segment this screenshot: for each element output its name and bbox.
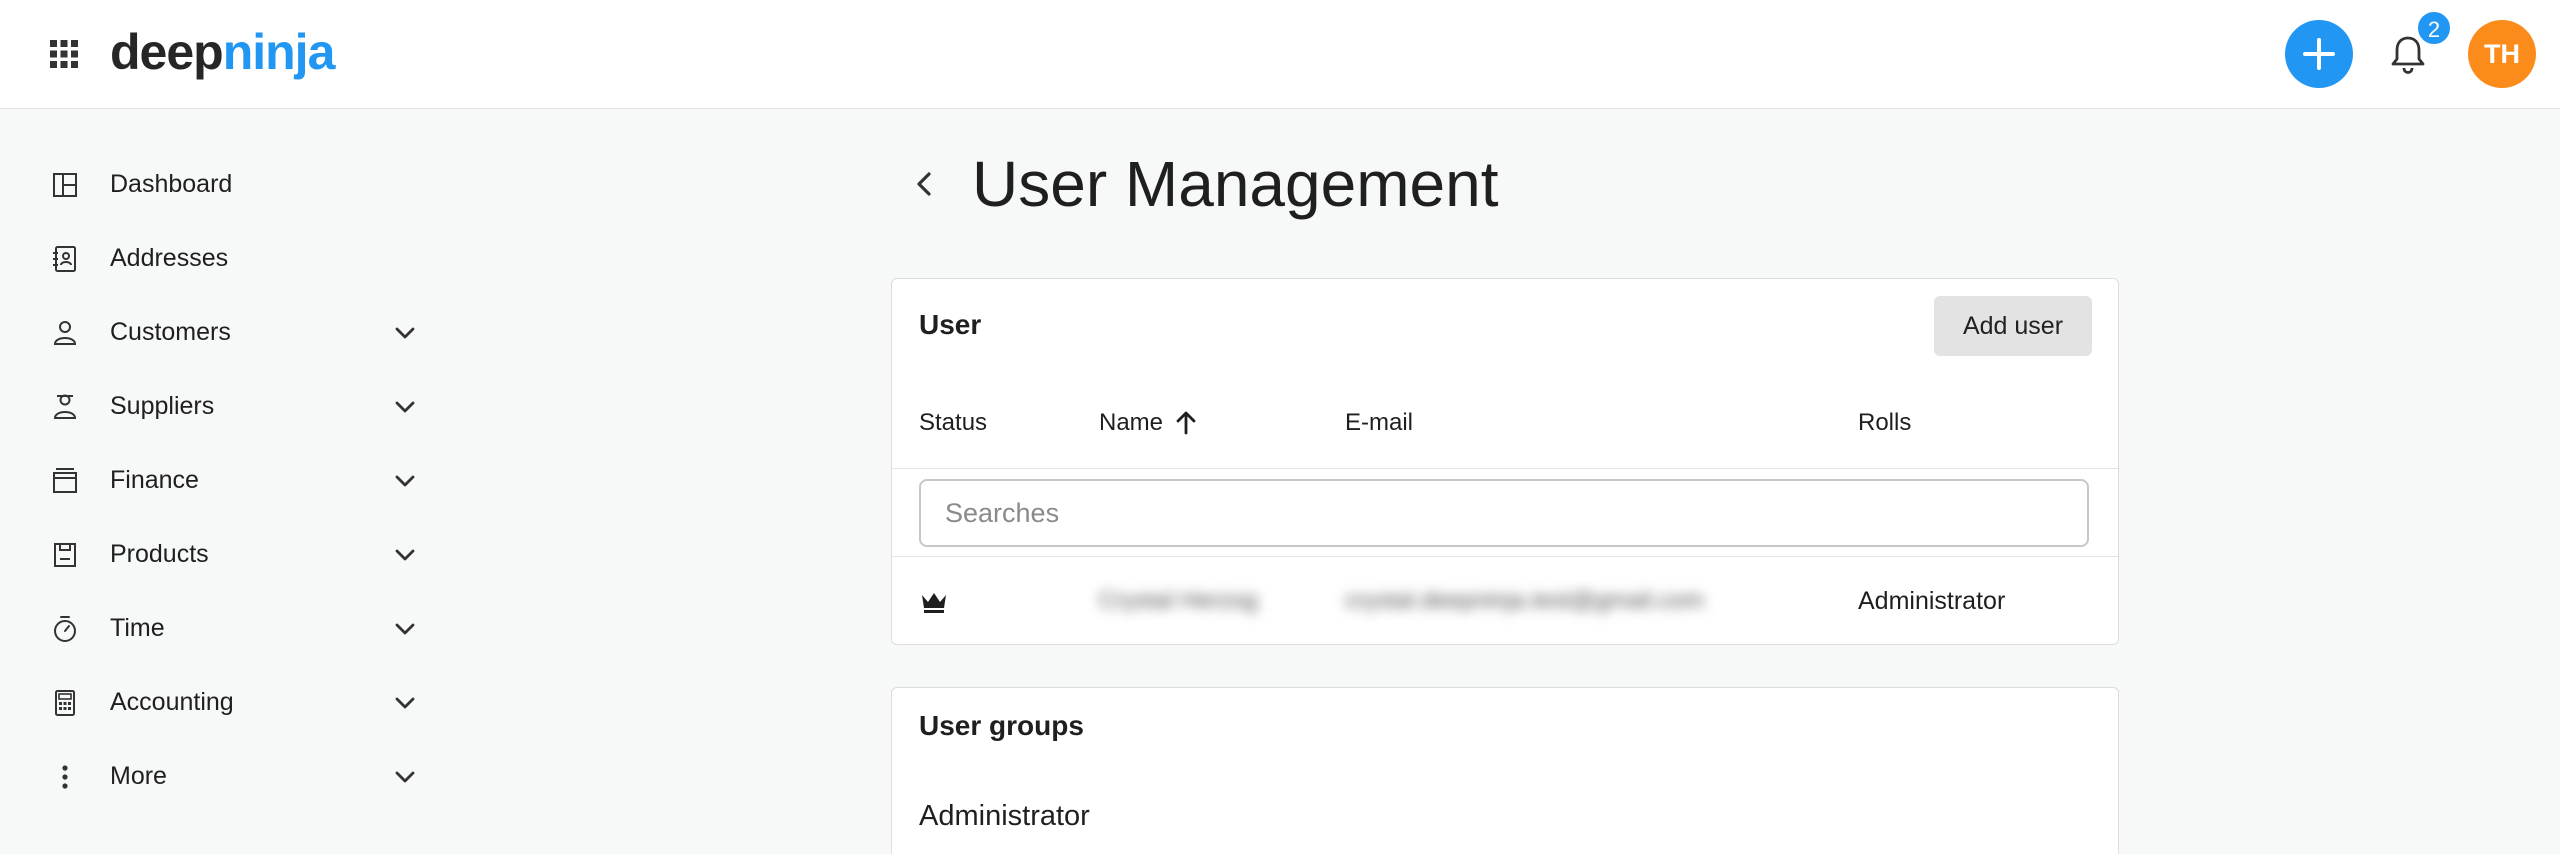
address-book-icon	[53, 246, 76, 272]
search-input[interactable]	[919, 479, 2089, 547]
apps-grid-icon[interactable]	[48, 38, 80, 70]
column-header-email[interactable]: E-mail	[1345, 407, 1413, 439]
customers-icon	[53, 321, 77, 345]
user-role-cell: Administrator	[1858, 587, 2006, 615]
sidebar-item-finance[interactable]: Finance	[0, 450, 440, 510]
sidebar-item-more[interactable]: More	[0, 746, 440, 806]
table-row[interactable]: Crystal Herzog crystal.deepninja.test@gm…	[892, 557, 2118, 645]
header-divider	[892, 468, 2118, 469]
chevron-down-icon[interactable]	[392, 468, 418, 494]
logo-text-deep: deep	[110, 24, 224, 80]
sidebar-item-label: Suppliers	[110, 392, 215, 420]
sidebar-item-addresses[interactable]: Addresses	[0, 228, 440, 288]
calculator-icon	[55, 690, 75, 716]
sidebar-item-time[interactable]: Time	[0, 598, 440, 658]
finance-icon	[53, 468, 77, 493]
sidebar-item-accounting[interactable]: Accounting	[0, 672, 440, 732]
sidebar-item-suppliers[interactable]: Suppliers	[0, 376, 440, 436]
page-title: User Management	[972, 148, 1499, 220]
column-header-roles[interactable]: Rolls	[1858, 407, 1911, 439]
user-avatar[interactable]: TH	[2468, 20, 2536, 88]
user-card-title: User	[919, 309, 982, 340]
more-vertical-icon	[62, 765, 68, 789]
sidebar-item-label: Finance	[110, 466, 199, 494]
column-header-name[interactable]: Name	[1099, 405, 1201, 441]
sidebar-item-label: Time	[110, 614, 165, 642]
sidebar-item-label: Dashboard	[110, 170, 233, 198]
back-chevron-icon[interactable]	[908, 164, 940, 204]
column-header-status[interactable]: Status	[919, 407, 987, 439]
chevron-down-icon[interactable]	[392, 690, 418, 716]
sidebar-item-customers[interactable]: Customers	[0, 302, 440, 362]
chevron-down-icon[interactable]	[392, 542, 418, 568]
dashboard-icon	[53, 173, 77, 197]
user-card: User Add user Status Name E-mail Rolls C…	[891, 278, 2119, 645]
plus-icon	[2303, 38, 2335, 70]
sidebar-item-label: Customers	[110, 318, 231, 346]
top-bar: deepninja 2 TH	[0, 0, 2560, 109]
sidebar-item-label: Products	[110, 540, 209, 568]
sidebar-item-label: Accounting	[110, 688, 234, 716]
user-email-cell: crystal.deepninja.test@gmail.com	[1345, 587, 1705, 614]
logo-text-ninja: ninja	[222, 24, 336, 80]
suppliers-icon	[53, 394, 77, 419]
sort-ascending-arrow-icon	[1177, 411, 1196, 435]
sidebar-item-products[interactable]: Products	[0, 524, 440, 584]
list-item[interactable]: Administrator	[919, 796, 1090, 836]
add-user-button[interactable]: Add user	[1934, 296, 2092, 356]
user-groups-title: User groups	[919, 710, 1084, 741]
sidebar-item-dashboard[interactable]: Dashboard	[0, 154, 440, 214]
sidebar-item-label: More	[110, 762, 167, 790]
chevron-down-icon[interactable]	[392, 764, 418, 790]
stopwatch-icon	[54, 616, 76, 642]
sidebar-nav: Dashboard Addresses Customers Suppliers	[0, 110, 440, 854]
create-new-button[interactable]	[2285, 20, 2353, 88]
user-groups-card: User groups Administrator	[891, 687, 2119, 854]
chevron-down-icon[interactable]	[392, 616, 418, 642]
column-header-name-label: Name	[1099, 409, 1164, 436]
user-name-cell: Crystal Herzog	[1099, 587, 1258, 614]
chevron-down-icon[interactable]	[392, 394, 418, 420]
logo[interactable]: deepninja	[110, 22, 336, 82]
chevron-down-icon[interactable]	[392, 320, 418, 346]
sidebar-item-label: Addresses	[110, 244, 229, 272]
notification-count-badge: 2	[2416, 10, 2452, 46]
products-icon	[54, 543, 76, 567]
crown-icon	[922, 593, 946, 613]
